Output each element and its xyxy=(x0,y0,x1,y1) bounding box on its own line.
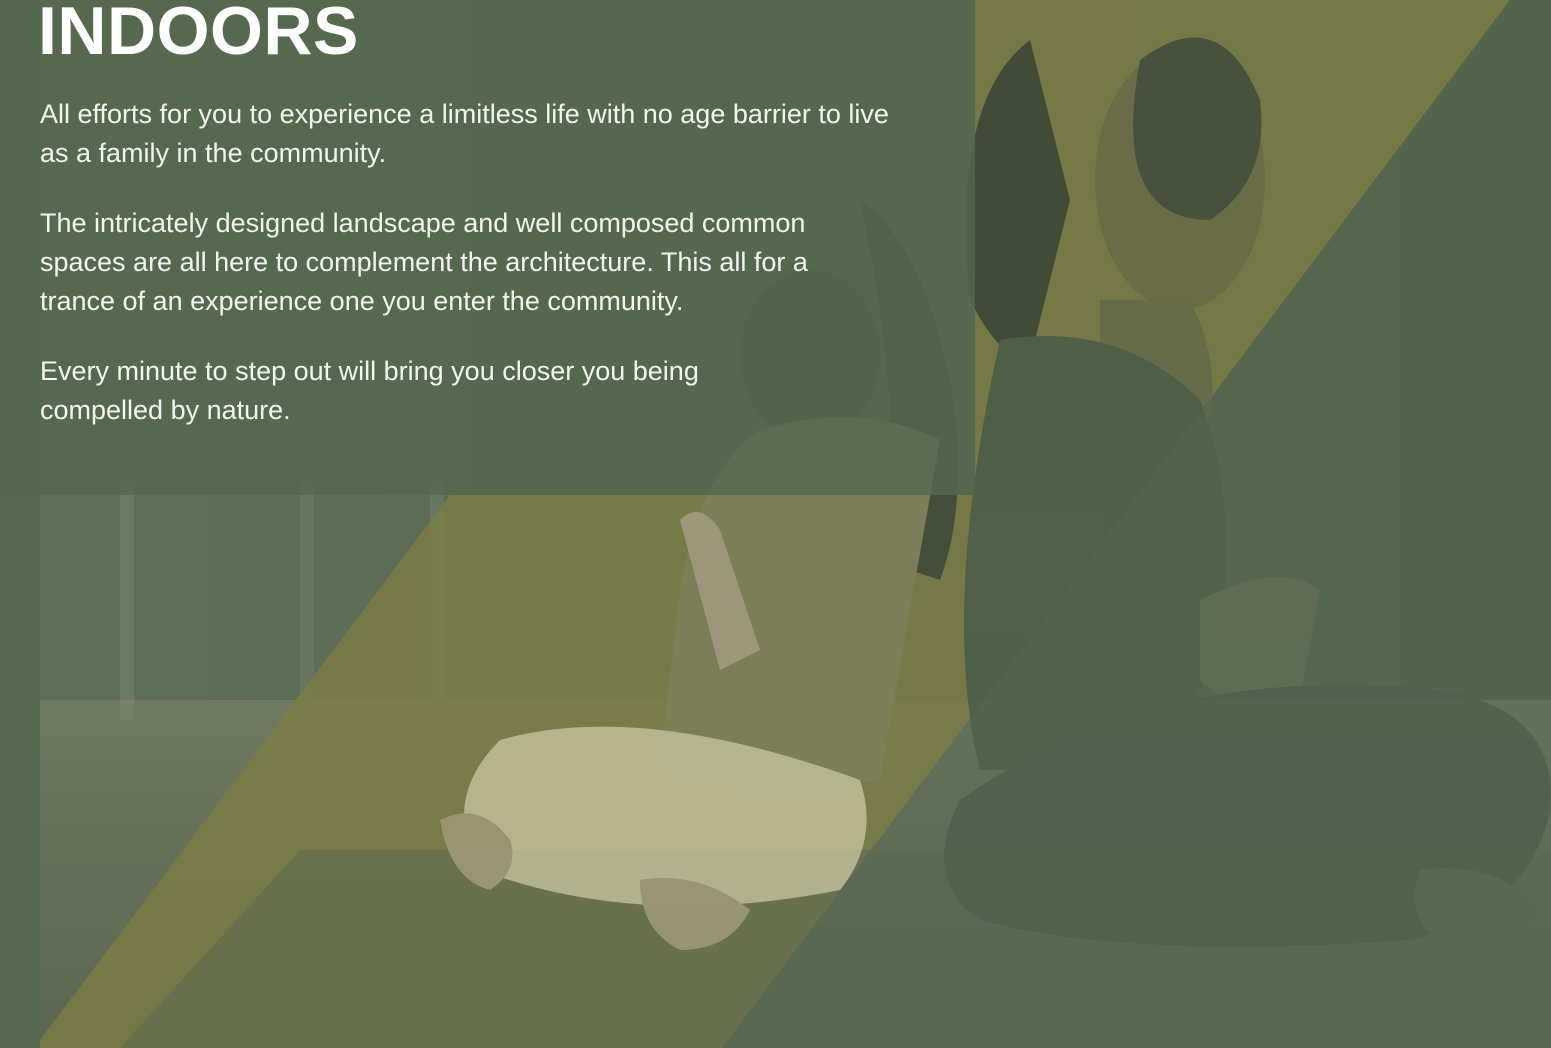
intro-paragraph-2: The intricately designed landscape and w… xyxy=(40,208,808,316)
intro-text-panel: INDOORS All efforts for you to experienc… xyxy=(0,0,975,495)
intro-paragraph-1: All efforts for you to experience a limi… xyxy=(40,99,889,168)
section-title: INDOORS xyxy=(38,0,359,69)
intro-paragraph-3: Every minute to step out will bring you … xyxy=(40,356,699,425)
